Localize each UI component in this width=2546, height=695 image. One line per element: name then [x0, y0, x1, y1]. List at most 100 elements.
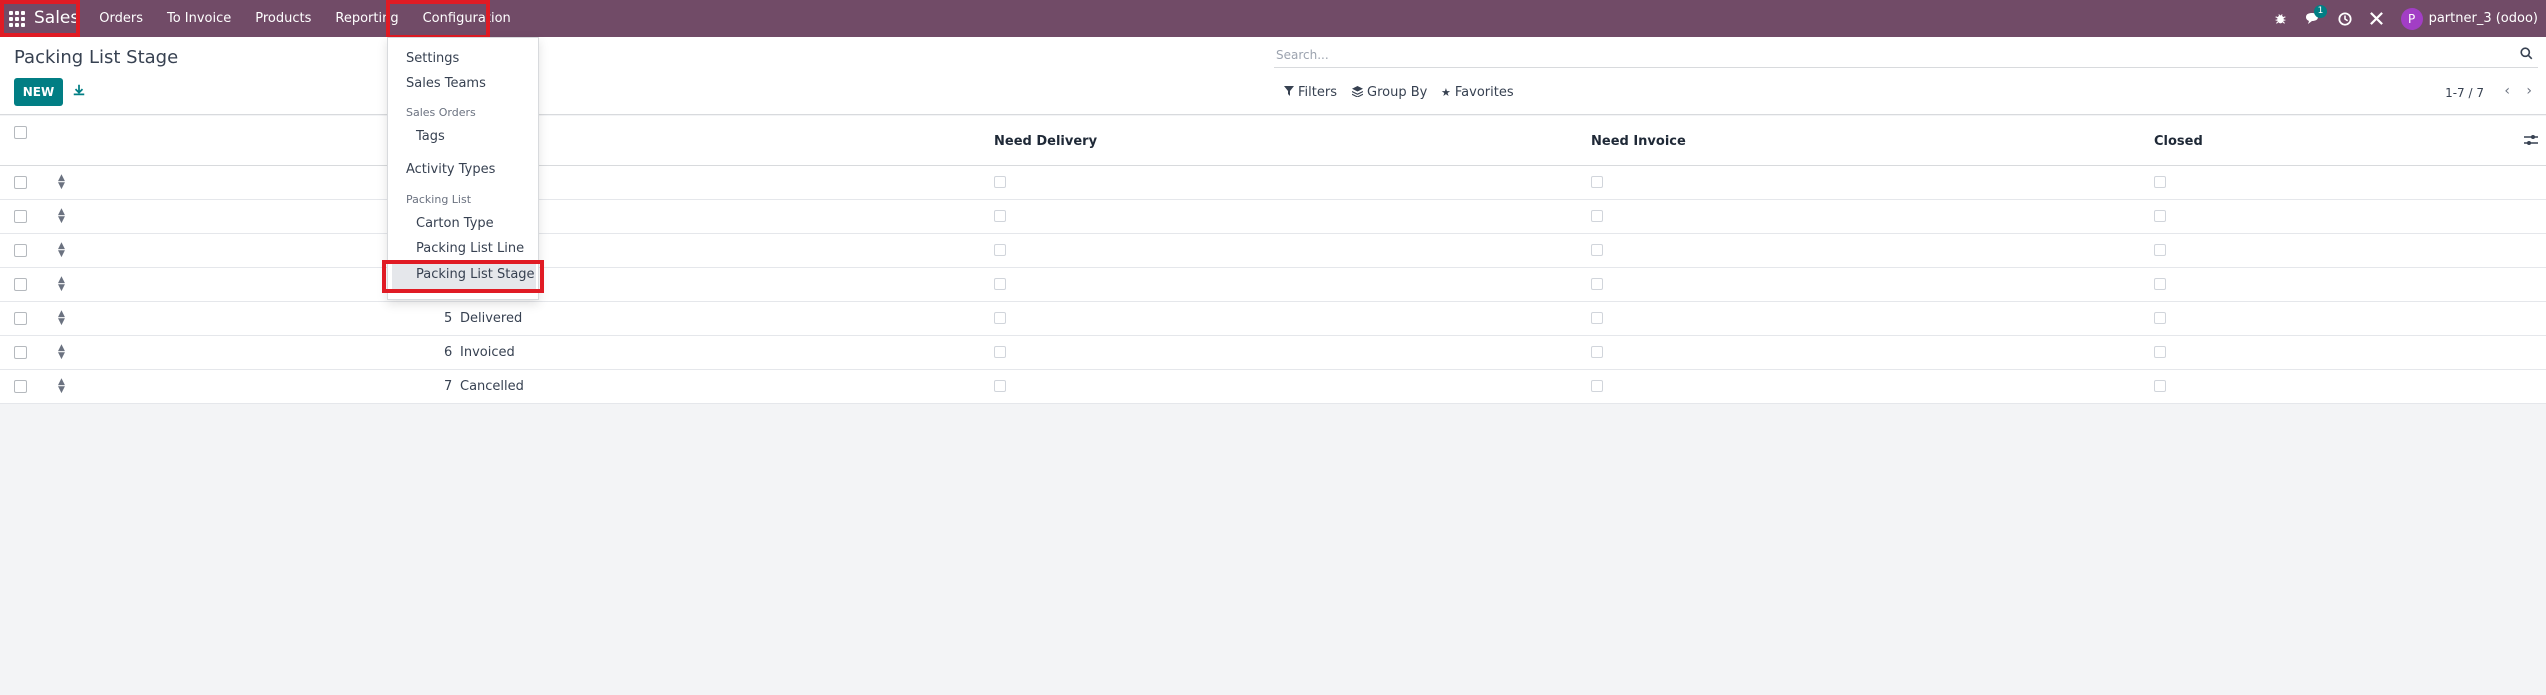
need-invoice-checkbox[interactable]	[1591, 380, 1603, 392]
activity-clock-icon[interactable]	[2329, 0, 2361, 37]
row-sequence: 5	[444, 311, 453, 326]
filters-label: Filters	[1298, 85, 1337, 100]
row-name: Delivered	[460, 311, 523, 326]
drag-handle-icon[interactable]: ▲ ▼	[58, 378, 65, 395]
avatar[interactable]: P	[2400, 7, 2423, 30]
drag-handle-icon[interactable]: ▲ ▼	[58, 242, 65, 259]
filter-icon	[1284, 86, 1294, 99]
table-row[interactable]: ▲ ▼ 7 Cancelled	[0, 370, 2546, 404]
drag-handle-icon[interactable]: ▲ ▼	[58, 174, 65, 191]
need-delivery-checkbox[interactable]	[994, 312, 1006, 324]
menu-item-activity-types[interactable]: Activity Types	[406, 162, 495, 177]
column-closed[interactable]: Closed	[2154, 134, 2203, 149]
chat-icon[interactable]: 1	[2297, 0, 2329, 37]
table-row[interactable]: ▲ ▼ 5 Delivered	[0, 302, 2546, 336]
need-invoice-checkbox[interactable]	[1591, 210, 1603, 222]
closed-checkbox[interactable]	[2154, 312, 2166, 324]
menu-section-packing-list: Packing List	[406, 193, 472, 206]
optional-columns-icon[interactable]	[2524, 134, 2538, 150]
filters-button[interactable]: Filters	[1284, 85, 1337, 100]
search-input[interactable]	[1274, 44, 2494, 66]
chat-count-badge: 1	[2313, 5, 2328, 18]
row-checkbox[interactable]	[14, 346, 27, 359]
row-checkbox[interactable]	[14, 244, 27, 257]
need-invoice-checkbox[interactable]	[1591, 278, 1603, 290]
list-header: Need Delivery Need Invoice Closed	[0, 116, 2546, 166]
drag-handle-icon[interactable]: ▲ ▼	[58, 344, 65, 361]
row-sequence: 6	[444, 345, 453, 360]
need-delivery-checkbox[interactable]	[994, 278, 1006, 290]
select-all-checkbox[interactable]	[14, 126, 27, 139]
nav-products[interactable]: Products	[243, 0, 323, 37]
control-panel: Packing List Stage NEW Filters Group By …	[0, 37, 2546, 115]
closed-checkbox[interactable]	[2154, 210, 2166, 222]
table-row[interactable]: ▲ ▼	[0, 200, 2546, 234]
nav-reporting[interactable]: Reporting	[323, 0, 410, 37]
closed-checkbox[interactable]	[2154, 346, 2166, 358]
row-checkbox[interactable]	[14, 380, 27, 393]
row-name: Invoiced	[460, 345, 515, 360]
user-name[interactable]: partner_3 (odoo)	[2429, 11, 2546, 26]
row-sequence: 7	[444, 379, 453, 394]
new-button[interactable]: NEW	[14, 78, 63, 106]
column-need-invoice[interactable]: Need Invoice	[1591, 134, 1686, 149]
menu-item-packing-list-line[interactable]: Packing List Line	[416, 241, 524, 256]
pager-previous-icon[interactable]: ‹	[2504, 83, 2510, 99]
menu-item-packing-list-stage[interactable]: Packing List Stage	[416, 267, 535, 282]
row-checkbox[interactable]	[14, 312, 27, 325]
bug-icon[interactable]	[2265, 0, 2297, 37]
closed-checkbox[interactable]	[2154, 176, 2166, 188]
list-view: Need Delivery Need Invoice Closed ▲ ▼ ▲ ▼ …	[0, 116, 2546, 404]
menu-item-sales-teams[interactable]: Sales Teams	[406, 76, 486, 91]
table-row[interactable]: ▲ ▼	[0, 166, 2546, 200]
download-icon[interactable]	[72, 83, 88, 99]
pager-next-icon[interactable]: ›	[2526, 83, 2532, 99]
need-delivery-checkbox[interactable]	[994, 346, 1006, 358]
group-by-button[interactable]: Group By	[1351, 85, 1428, 100]
pager-value[interactable]: 1-7 / 7	[2445, 86, 2484, 100]
table-row[interactable]: ▲ ▼	[0, 234, 2546, 268]
menu-item-settings[interactable]: Settings	[406, 51, 459, 66]
star-icon: ★	[1441, 86, 1451, 99]
nav-orders[interactable]: Orders	[87, 0, 155, 37]
row-name: Cancelled	[460, 379, 524, 394]
search-bar	[1274, 44, 2538, 68]
need-invoice-checkbox[interactable]	[1591, 346, 1603, 358]
table-row[interactable]: ▲ ▼ 6 Invoiced	[0, 336, 2546, 370]
search-icon[interactable]	[2520, 47, 2536, 63]
drag-handle-icon[interactable]: ▲ ▼	[58, 208, 65, 225]
need-delivery-checkbox[interactable]	[994, 176, 1006, 188]
layers-icon	[1351, 85, 1364, 100]
page-title: Packing List Stage	[14, 47, 179, 68]
need-delivery-checkbox[interactable]	[994, 244, 1006, 256]
app-brand[interactable]: Sales	[34, 0, 87, 37]
configuration-dropdown: Settings Sales Teams Sales Orders Tags A…	[387, 37, 539, 300]
closed-checkbox[interactable]	[2154, 244, 2166, 256]
favorites-label: Favorites	[1454, 85, 1514, 100]
menu-item-tags[interactable]: Tags	[416, 129, 445, 144]
row-checkbox[interactable]	[14, 210, 27, 223]
closed-checkbox[interactable]	[2154, 278, 2166, 290]
row-checkbox[interactable]	[14, 176, 27, 189]
drag-handle-icon[interactable]: ▲ ▼	[58, 276, 65, 293]
need-invoice-checkbox[interactable]	[1591, 176, 1603, 188]
need-delivery-checkbox[interactable]	[994, 380, 1006, 392]
menu-section-sales-orders: Sales Orders	[406, 106, 476, 119]
row-checkbox[interactable]	[14, 278, 27, 291]
apps-menu-icon[interactable]	[0, 0, 34, 37]
drag-handle-icon[interactable]: ▲ ▼	[58, 310, 65, 327]
closed-checkbox[interactable]	[2154, 380, 2166, 392]
need-invoice-checkbox[interactable]	[1591, 244, 1603, 256]
column-need-delivery[interactable]: Need Delivery	[994, 134, 1097, 149]
favorites-button[interactable]: ★ Favorites	[1441, 85, 1514, 100]
systray: 1 P partner_3 (odoo)	[2265, 0, 2546, 37]
need-invoice-checkbox[interactable]	[1591, 312, 1603, 324]
group-by-label: Group By	[1367, 85, 1428, 100]
tools-icon[interactable]	[2361, 0, 2393, 37]
top-navbar: Sales Orders To Invoice Products Reporti…	[0, 0, 2546, 37]
table-row[interactable]: ▲ ▼	[0, 268, 2546, 302]
need-delivery-checkbox[interactable]	[994, 210, 1006, 222]
nav-configuration[interactable]: Configuration	[411, 0, 523, 37]
menu-item-carton-type[interactable]: Carton Type	[416, 216, 494, 231]
nav-to-invoice[interactable]: To Invoice	[155, 0, 243, 37]
